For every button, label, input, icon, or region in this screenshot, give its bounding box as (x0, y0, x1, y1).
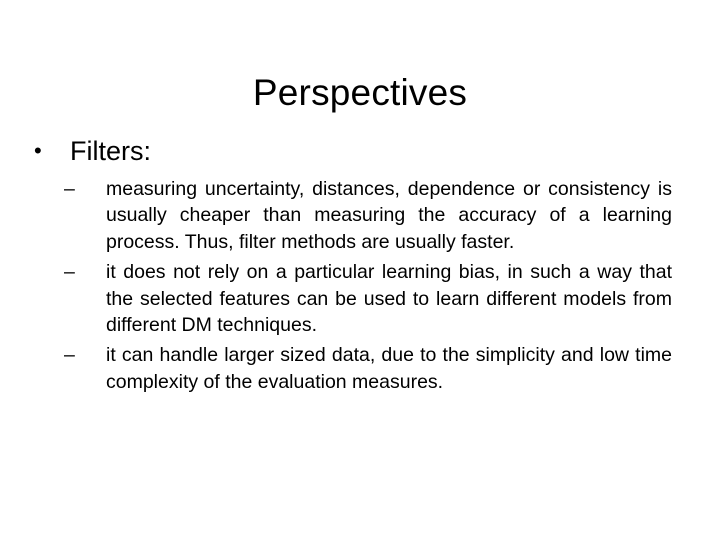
sub-bullet-item: – it does not rely on a particular learn… (64, 259, 672, 338)
dash-icon: – (64, 344, 75, 367)
bullet-icon: • (34, 138, 42, 163)
sub-bullet-text: it does not rely on a particular learnin… (106, 261, 672, 337)
dash-icon: – (64, 261, 75, 284)
sub-bullet-text: it can handle larger sized data, due to … (106, 344, 672, 393)
bullet-text: Filters: (70, 136, 151, 166)
sub-bullet-list: – measuring uncertainty, distances, depe… (64, 176, 672, 399)
sub-bullet-text: measuring uncertainty, distances, depend… (106, 178, 672, 253)
sub-bullet-item: – measuring uncertainty, distances, depe… (64, 176, 672, 255)
dash-icon: – (64, 178, 75, 200)
slide-title: Perspectives (252, 71, 468, 113)
sub-bullet-item: – it can handle larger sized data, due t… (64, 342, 672, 395)
bullet-filters: • Filters: (34, 134, 151, 168)
